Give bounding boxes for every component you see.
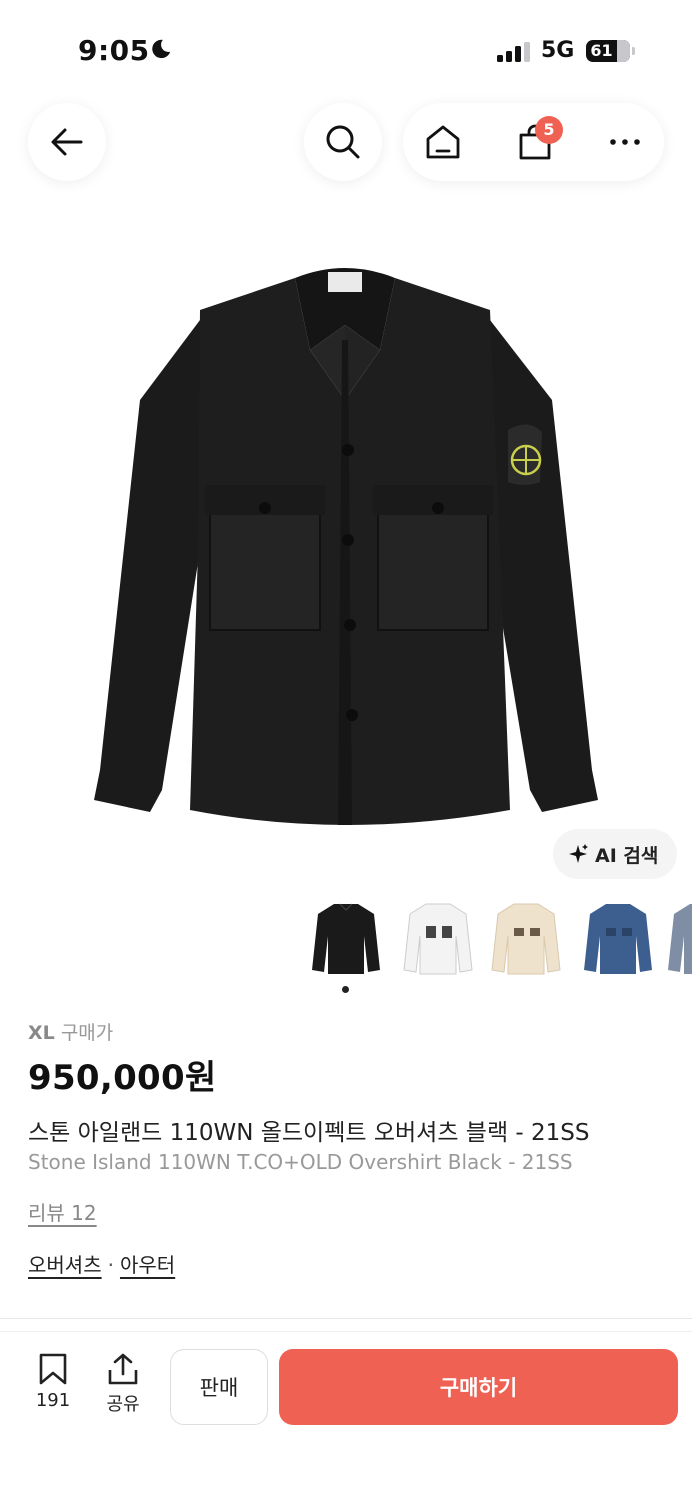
more-button[interactable] xyxy=(605,122,645,162)
thumbnail-white[interactable] xyxy=(398,896,478,982)
price: 950,000원 xyxy=(28,1058,217,1098)
share-label: 공유 xyxy=(106,1394,140,1415)
share-button[interactable]: 공유 xyxy=(93,1352,153,1416)
divider xyxy=(0,1318,692,1319)
product-title-en: Stone Island 110WN T.CO+OLD Overshirt Bl… xyxy=(28,1150,573,1174)
bookmark-count: 191 xyxy=(35,1390,71,1411)
share-icon xyxy=(108,1353,138,1385)
home-button[interactable] xyxy=(423,122,463,162)
thumbnail-strip xyxy=(306,896,692,986)
category-separator: · xyxy=(107,1253,114,1277)
size-value: XL xyxy=(28,1022,55,1044)
thumbnail-gray[interactable] xyxy=(662,896,692,982)
ai-search-label: AI 검색 xyxy=(595,844,659,867)
thumbnail-blue[interactable] xyxy=(578,896,658,982)
sparkle-icon xyxy=(569,844,588,863)
bookmark-button[interactable]: 191 xyxy=(23,1352,83,1411)
bookmark-icon xyxy=(39,1353,67,1385)
search-button[interactable] xyxy=(304,103,382,181)
size-price-label: XL 구매가 xyxy=(28,1018,113,1045)
divider xyxy=(0,1331,692,1332)
battery-icon: 61 xyxy=(586,40,630,62)
nav-actions: 5 xyxy=(403,103,664,181)
signal-icon xyxy=(497,42,530,62)
network-label: 5G xyxy=(541,38,575,63)
moon-icon xyxy=(152,39,171,59)
status-time: 9:05 xyxy=(78,34,150,67)
battery-level: 61 xyxy=(590,41,613,60)
cart-count-badge: 5 xyxy=(535,116,563,144)
search-icon xyxy=(326,125,360,159)
price-label: 구매가 xyxy=(60,1022,114,1044)
home-icon xyxy=(426,125,460,159)
back-button[interactable] xyxy=(28,103,106,181)
buy-button[interactable]: 구매하기 xyxy=(279,1349,678,1425)
review-link[interactable]: 리뷰 12 xyxy=(28,1197,97,1226)
category-link-outer[interactable]: 아우터 xyxy=(120,1253,175,1277)
sell-button[interactable]: 판매 xyxy=(170,1349,268,1425)
product-image xyxy=(94,268,598,825)
more-icon xyxy=(610,139,640,145)
ai-search-button[interactable]: AI 검색 xyxy=(553,829,677,879)
category-link-overshirt[interactable]: 오버셔츠 xyxy=(28,1253,102,1277)
product-title-ko: 스톤 아일랜드 110WN 올드이펙트 오버셔츠 블랙 - 21SS xyxy=(28,1120,590,1146)
status-bar: 9:05 5G 61 xyxy=(0,0,692,100)
carousel-indicator xyxy=(342,986,349,993)
thumbnail-black[interactable] xyxy=(306,896,386,982)
category-breadcrumb: 오버셔츠 · 아우터 xyxy=(28,1249,175,1278)
battery-tip xyxy=(632,47,635,55)
thumbnail-beige[interactable] xyxy=(486,896,566,982)
back-arrow-icon xyxy=(51,128,83,156)
